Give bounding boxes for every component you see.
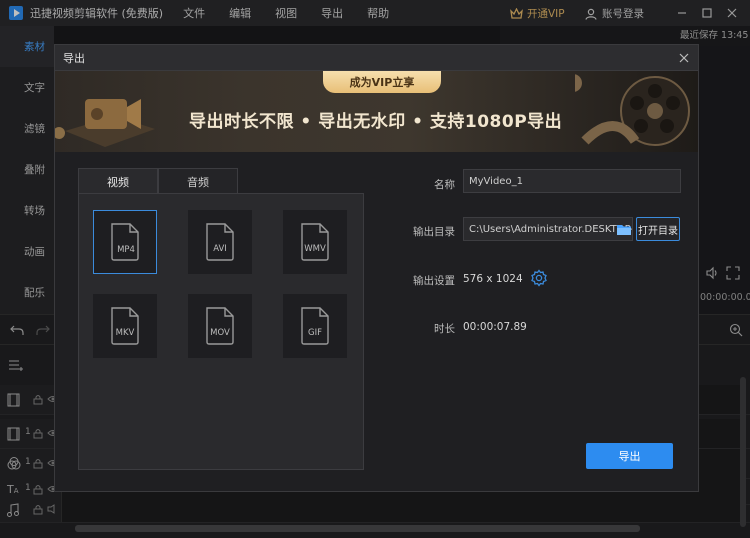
close-icon xyxy=(679,53,689,63)
format-label: AVI xyxy=(213,244,227,254)
duration-value: 00:00:07.89 xyxy=(463,321,527,333)
format-mp4-option[interactable]: MP4 xyxy=(93,210,157,274)
banner-headline: 导出时长不限 • 导出无水印 • 支持1080P导出 xyxy=(189,112,563,132)
format-mkv-option[interactable]: MKV xyxy=(93,294,157,358)
duration-label: 时长 xyxy=(434,323,455,335)
file-icon xyxy=(111,307,139,345)
dialog-title: 导出 xyxy=(63,51,85,65)
gear-icon[interactable] xyxy=(530,269,548,290)
tab-audio[interactable]: 音频 xyxy=(158,168,238,194)
format-wmv-option[interactable]: WMV xyxy=(283,210,347,274)
tab-video[interactable]: 视频 xyxy=(78,168,158,194)
output-dir-value: C:\Users\Administrator.DESKTOP- xyxy=(469,223,633,235)
output-dir-input[interactable]: C:\Users\Administrator.DESKTOP- xyxy=(463,217,633,241)
file-icon xyxy=(111,223,139,261)
format-tabs: 视频 音频 MP4 AVI WMV MKV MOV GIF xyxy=(78,168,364,470)
name-input-value: MyVideo_1 xyxy=(469,175,523,187)
dialog-header: 导出 xyxy=(55,45,698,71)
folder-icon[interactable] xyxy=(616,223,632,239)
resolution-value: 576 x 1024 xyxy=(463,273,523,285)
file-icon xyxy=(301,223,329,261)
format-label: GIF xyxy=(308,328,322,338)
output-dir-label: 输出目录 xyxy=(413,226,455,238)
format-mov-option[interactable]: MOV xyxy=(188,294,252,358)
vip-pill: 成为VIP立享 xyxy=(323,71,441,93)
file-icon xyxy=(206,223,234,261)
format-label: MKV xyxy=(115,328,135,338)
format-label: WMV xyxy=(304,244,326,254)
format-label: MP4 xyxy=(117,245,135,255)
name-label: 名称 xyxy=(434,179,455,191)
format-label: MOV xyxy=(210,328,230,338)
file-icon xyxy=(301,307,329,345)
format-grid: MP4 AVI WMV MKV MOV GIF xyxy=(78,193,364,470)
file-icon xyxy=(206,307,234,345)
export-button[interactable]: 导出 xyxy=(586,443,673,469)
export-dialog: 导出 成为VIP立享 导出时长不限 • 导出无水印 • 支持1080P导出 视频… xyxy=(54,44,699,492)
video-camera-illustration xyxy=(55,81,175,152)
name-input[interactable]: MyVideo_1 xyxy=(463,169,681,193)
output-settings-label: 输出设置 xyxy=(413,275,455,287)
vip-promo-banner[interactable]: 成为VIP立享 导出时长不限 • 导出无水印 • 支持1080P导出 xyxy=(55,71,698,152)
open-directory-button[interactable]: 打开目录 xyxy=(636,217,680,241)
dialog-close-button[interactable] xyxy=(676,50,692,66)
format-gif-option[interactable]: GIF xyxy=(283,294,347,358)
format-avi-option[interactable]: AVI xyxy=(188,210,252,274)
film-reel-illustration xyxy=(564,71,698,152)
